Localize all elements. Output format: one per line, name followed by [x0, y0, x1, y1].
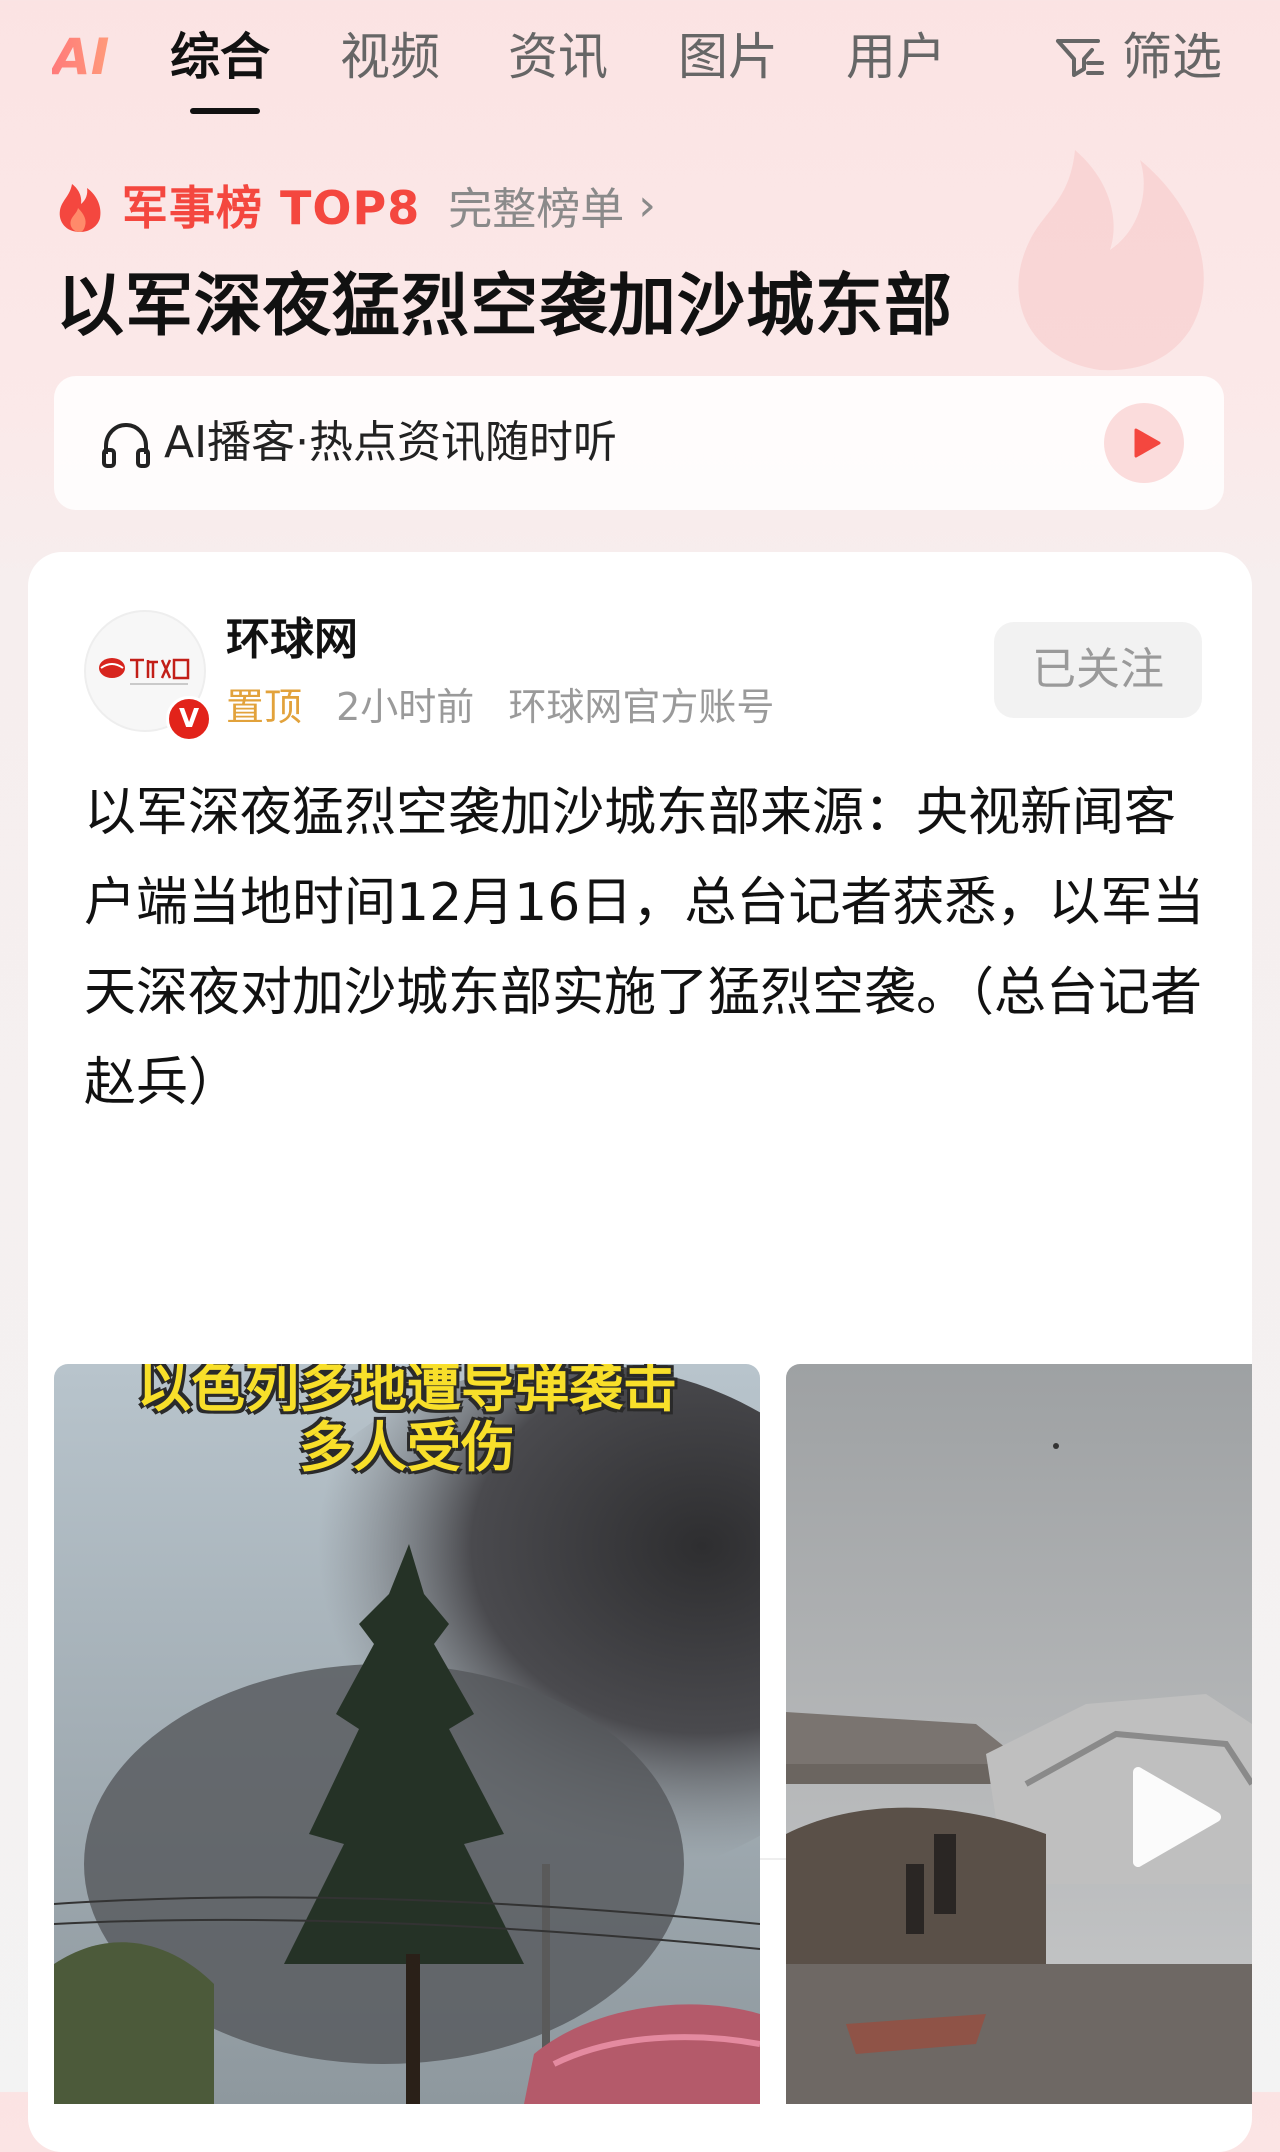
post-video-thumbnail[interactable]: [786, 1364, 1252, 2104]
avatar[interactable]: V: [84, 610, 212, 742]
ranking-label: 军事榜 TOP8: [122, 181, 421, 235]
pinned-tag: 置顶: [226, 685, 303, 729]
tab-ai[interactable]: AI: [52, 22, 109, 92]
ai-podcast-bar[interactable]: AI播客·热点资讯随时听: [54, 376, 1224, 510]
image-caption-line-2: 多人受伤: [299, 1416, 515, 1479]
image-caption-line-1: 以色列多地遭导弹袭击: [137, 1364, 677, 1419]
tab-news[interactable]: 资讯: [508, 22, 608, 92]
tab-images[interactable]: 图片: [678, 22, 778, 92]
full-ranking-link[interactable]: 完整榜单: [448, 173, 624, 237]
active-tab-indicator: [190, 108, 260, 114]
filter-button[interactable]: 筛选: [1052, 22, 1222, 92]
headphones-icon: [102, 422, 150, 468]
military-ranking-link[interactable]: 军事榜 TOP8 完整榜单 ›: [56, 170, 656, 240]
flame-icon: [59, 184, 101, 232]
post-image-1[interactable]: 以色列多地遭导弹袭击 多人受伤: [54, 1364, 760, 2104]
filter-label: 筛选: [1122, 28, 1222, 86]
post-body[interactable]: 以军深夜猛烈空袭加沙城东部来源：央视新闻客户端当地时间12月16日，总台记者获悉…: [84, 768, 1214, 1128]
huanqiu-logo-icon: [99, 658, 190, 685]
destroyed-building-image: [786, 1364, 1252, 2104]
background-flame-decoration: [1018, 150, 1204, 371]
video-play-icon[interactable]: [1116, 1762, 1226, 1872]
post-time: 2小时前: [336, 685, 475, 729]
top-tab-bar: AI 综合 视频 资讯 图片 用户 筛选: [0, 0, 1280, 120]
tab-users[interactable]: 用户: [846, 22, 946, 92]
account-description: 环球网官方账号: [508, 685, 775, 729]
play-icon: [1134, 428, 1161, 458]
post-meta: 置顶 2小时前 环球网官方账号: [226, 680, 774, 734]
page-headline[interactable]: 以军深夜猛烈空袭加沙城东部: [56, 262, 953, 352]
account-name[interactable]: 环球网: [226, 610, 358, 670]
tab-comprehensive[interactable]: 综合: [170, 22, 270, 92]
tab-video[interactable]: 视频: [340, 22, 440, 92]
podcast-play-button[interactable]: [1104, 403, 1184, 483]
podcast-label: AI播客·热点资讯随时听: [164, 417, 618, 468]
filter-icon: [1056, 39, 1104, 77]
follow-button[interactable]: 已关注: [994, 622, 1202, 718]
chevron-right-icon: ›: [638, 179, 656, 231]
verified-badge: V: [166, 696, 212, 742]
